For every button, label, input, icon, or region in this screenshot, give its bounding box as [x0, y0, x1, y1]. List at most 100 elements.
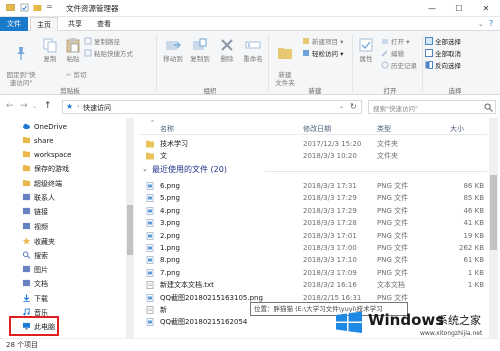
group-collapse-icon[interactable]: ⌄: [142, 165, 148, 173]
image-file-icon: [146, 244, 154, 252]
watermark-site: 系统之家: [437, 314, 481, 327]
star-icon: [22, 237, 31, 245]
text-file-icon: [146, 281, 154, 289]
new-item-button[interactable]: 新建项目 ▾: [302, 37, 343, 47]
select-all-button[interactable]: 全部选择: [425, 37, 461, 47]
refresh-button[interactable]: ↻: [350, 102, 357, 111]
column-name[interactable]: 名称: [160, 124, 174, 134]
pin-quick-access-button[interactable]: 固定到"快 速访问": [4, 37, 38, 87]
pin-label: 固定到"快 速访问": [6, 71, 36, 87]
file-row[interactable]: 技术学习 2017/12/3 15:20 文件夹: [138, 138, 488, 150]
nav-item[interactable]: share: [22, 135, 53, 147]
breadcrumb-chevron-icon[interactable]: ›: [77, 103, 79, 110]
file-name: 6.png: [160, 182, 181, 190]
file-type: PNG 文件: [377, 182, 409, 190]
new-folder-button[interactable]: 新建 文件夹: [270, 37, 300, 87]
nav-item[interactable]: 搜索: [22, 250, 48, 262]
watermark-url: www.xitongzhijia.net: [420, 330, 483, 337]
quick-access-toolbar-icon[interactable]: [6, 3, 15, 14]
properties-quick-icon[interactable]: [20, 3, 29, 14]
maximize-button[interactable]: ☐: [447, 0, 471, 17]
open-group-label: 打开: [383, 87, 397, 95]
new-folder-quick-icon[interactable]: [33, 3, 42, 14]
file-name: 技术学习: [160, 140, 188, 148]
file-list-scrollbar-thumb[interactable]: [490, 175, 497, 250]
rename-button[interactable]: 重命名: [240, 37, 266, 63]
copy-path-button[interactable]: 复制路径: [84, 37, 120, 47]
ribbon-collapse-icon[interactable]: ⌄: [478, 20, 484, 28]
file-row[interactable]: 文 2018/3/3 10:20 文件夹: [138, 150, 488, 162]
nav-item[interactable]: 链接: [22, 206, 48, 218]
contacts-icon: [22, 193, 31, 201]
nav-item[interactable]: workspace: [22, 149, 71, 161]
ribbon-separator: [268, 35, 269, 91]
select-all-icon: [425, 37, 433, 45]
properties-button[interactable]: 属性: [355, 37, 377, 63]
nav-item[interactable]: OneDrive: [22, 121, 67, 133]
column-modified[interactable]: 修改日期: [303, 124, 331, 134]
copy-to-button[interactable]: 复制到: [187, 37, 213, 63]
copy-button[interactable]: 复制: [39, 37, 61, 63]
file-row[interactable]: 4.png 2018/3/3 17:29 PNG 文件 46 KB: [138, 205, 488, 217]
nav-item[interactable]: 收藏夹: [22, 236, 55, 248]
file-row[interactable]: 8.png 2018/3/3 17:10 PNG 文件 61 KB: [138, 254, 488, 266]
minimize-button[interactable]: —: [420, 0, 444, 17]
image-file-icon: [146, 194, 154, 203]
nav-item[interactable]: 保存的游戏: [22, 163, 69, 175]
nav-item[interactable]: 超级终端: [22, 178, 62, 190]
file-type: 文件夹: [377, 140, 398, 148]
file-row[interactable]: 1.png 2018/3/3 17:00 PNG 文件 262 KB: [138, 242, 488, 254]
nav-item[interactable]: 图片: [22, 264, 48, 276]
file-row[interactable]: 5.png 2018/3/3 17:29 PNG 文件 85 KB: [138, 192, 488, 204]
up-button[interactable]: ↑: [44, 101, 52, 111]
clipboard-group-label: 剪贴板: [60, 87, 80, 95]
open-icon: [382, 39, 388, 44]
easy-access-button[interactable]: 轻松访问 ▾: [302, 49, 343, 59]
invert-selection-button[interactable]: 反向选择: [425, 61, 461, 71]
address-bar[interactable]: ★ › 快速访问 ⌄ ↻: [62, 100, 362, 114]
move-to-icon: [166, 41, 181, 50]
recent-locations-icon[interactable]: ⌄: [32, 103, 37, 110]
history-button[interactable]: 历史记录: [381, 61, 417, 71]
nav-item[interactable]: 视频: [22, 221, 48, 233]
nav-item[interactable]: 下载: [22, 293, 48, 305]
address-dropdown-icon[interactable]: ⌄: [339, 103, 344, 110]
breadcrumb-quick-access[interactable]: 快速访问: [83, 103, 111, 113]
edit-button[interactable]: 编辑: [381, 49, 404, 59]
new-item-icon: [303, 38, 309, 44]
select-none-button[interactable]: 全部取消: [425, 49, 461, 59]
file-row[interactable]: 6.png 2018/3/3 17:31 PNG 文件 86 KB: [138, 180, 488, 192]
file-row[interactable]: 新建文本文档.txt 2018/3/2 16:16 文本文档 1 KB: [138, 279, 488, 291]
help-icon[interactable]: ?: [489, 19, 493, 28]
file-row[interactable]: 3.png 2018/3/3 17:28 PNG 文件 41 KB: [138, 217, 488, 229]
tab-home[interactable]: 主页: [30, 17, 58, 31]
column-size[interactable]: 大小: [450, 124, 464, 134]
cut-button[interactable]: ✂ 剪切: [66, 71, 87, 80]
file-row[interactable]: 2.png 2018/3/3 17:01 PNG 文件 19 KB: [138, 230, 488, 242]
paste-button[interactable]: 粘贴: [62, 37, 84, 63]
paste-shortcut-button[interactable]: 粘贴快捷方式: [84, 49, 133, 59]
tab-file[interactable]: 文件: [0, 17, 28, 31]
nav-item-label: 视频: [34, 223, 48, 231]
delete-button[interactable]: 删除: [215, 37, 239, 63]
open-button[interactable]: 打开 ▾: [381, 37, 409, 47]
search-box[interactable]: 搜索"快速访问": [368, 100, 496, 114]
quick-access-dropdown[interactable]: =: [46, 2, 53, 11]
column-type[interactable]: 类型: [377, 124, 391, 134]
ribbon-tabs: 文件 主页 共享 查看 ⌄ ?: [0, 17, 500, 31]
move-to-button[interactable]: 移动到: [160, 37, 186, 63]
nav-scrollbar-thumb[interactable]: [127, 205, 133, 255]
nav-item[interactable]: 联系人: [22, 192, 55, 204]
forward-button[interactable]: →: [20, 101, 28, 111]
file-date: 2018/3/3 17:31: [303, 182, 357, 190]
nav-item[interactable]: 文档: [22, 278, 48, 290]
folder-icon: [22, 137, 31, 144]
back-button[interactable]: ←: [6, 101, 14, 111]
tab-share[interactable]: 共享: [63, 17, 87, 31]
recent-files-group-title[interactable]: 最近使用的文件 (20): [152, 164, 227, 175]
file-row[interactable]: 7.png 2018/3/3 17:09 PNG 文件 1 KB: [138, 267, 488, 279]
tab-view[interactable]: 查看: [92, 17, 116, 31]
organize-group-label: 组织: [203, 87, 217, 95]
search-input[interactable]: 搜索"快速访问": [373, 103, 418, 113]
close-button[interactable]: ✕: [474, 0, 498, 17]
